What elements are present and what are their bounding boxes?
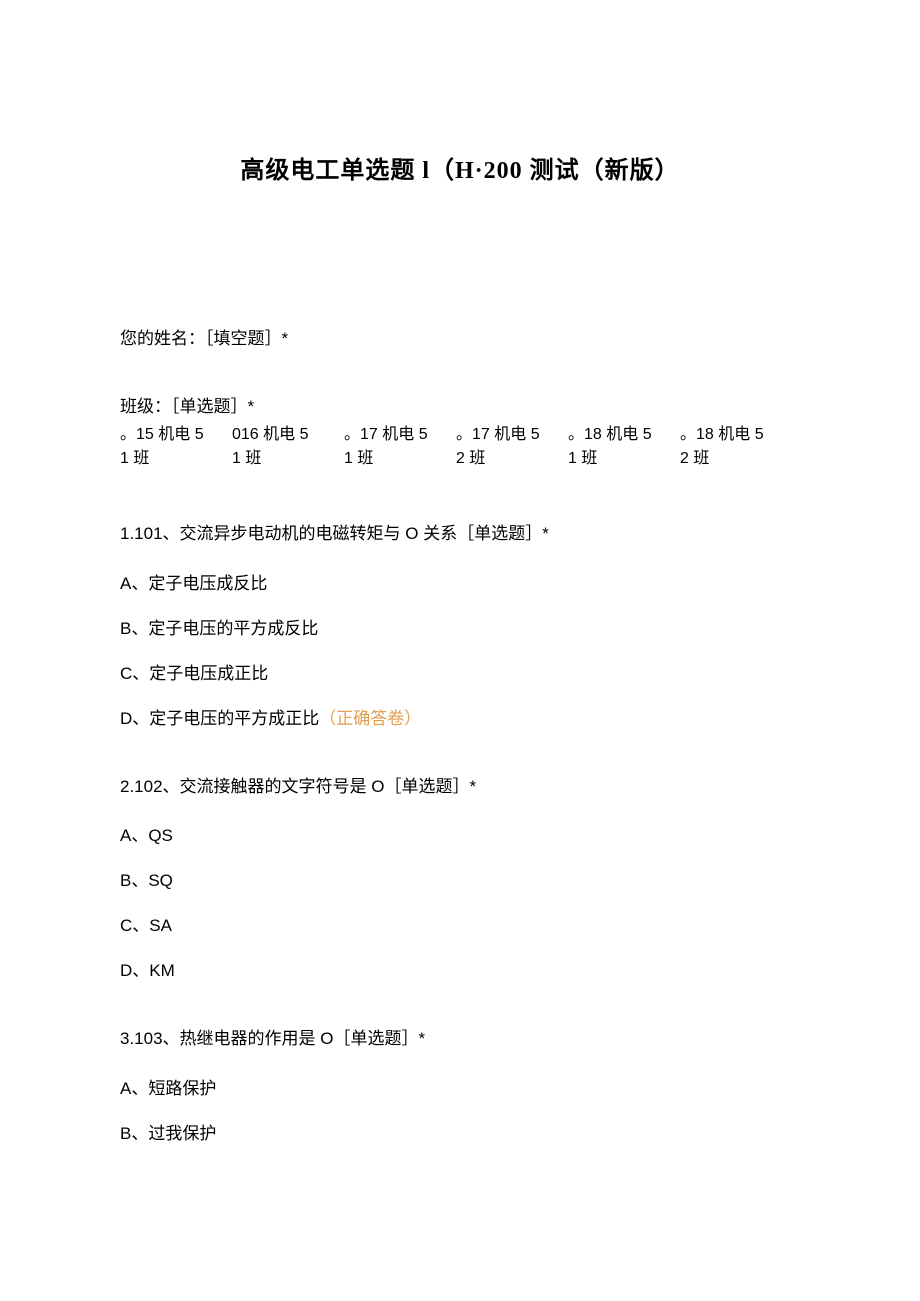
answer-option[interactable]: D、KM: [120, 956, 800, 981]
answer-option[interactable]: A、QS: [120, 821, 800, 846]
question-block: 2.102、交流接触器的文字符号是 O［单选题］* A、QS B、SQ C、SA…: [120, 774, 800, 982]
question-text: 3.103、热继电器的作用是 O［单选题］*: [120, 1026, 800, 1052]
class-option[interactable]: 。15 机电 5 1 班: [120, 423, 232, 471]
answer-option[interactable]: A、定子电压成反比: [120, 569, 800, 594]
question-text: 1.101、交流异步电动机的电磁转矩与 O 关系［单选题］*: [120, 521, 800, 547]
class-option[interactable]: 。17 机电 5 1 班: [344, 423, 456, 471]
answer-option[interactable]: D、定子电压的平方成正比（正确答卷）: [120, 704, 800, 729]
option-label: D、定子电压的平方成正比: [120, 709, 319, 728]
class-option-line2: 1 班: [344, 447, 456, 471]
answer-option[interactable]: B、定子电压的平方成反比: [120, 614, 800, 639]
class-option-line1: 。18 机电 5: [568, 423, 680, 447]
correct-answer-marker: （正确答卷）: [319, 709, 421, 728]
class-option[interactable]: 。18 机电 5 2 班: [680, 423, 792, 471]
class-option-line1: 。18 机电 5: [680, 423, 792, 447]
class-option-line2: 1 班: [568, 447, 680, 471]
class-option[interactable]: 。18 机电 5 1 班: [568, 423, 680, 471]
class-option-line2: 2 班: [680, 447, 792, 471]
class-option-line1: 。17 机电 5: [456, 423, 568, 447]
name-field[interactable]: 您的姓名：［填空题］*: [120, 325, 800, 352]
answer-option[interactable]: A、短路保护: [120, 1074, 800, 1099]
answer-option[interactable]: C、定子电压成正比: [120, 659, 800, 684]
question-block: 1.101、交流异步电动机的电磁转矩与 O 关系［单选题］* A、定子电压成反比…: [120, 521, 800, 729]
class-option[interactable]: 。17 机电 5 2 班: [456, 423, 568, 471]
class-option-line1: 016 机电 5: [232, 423, 344, 447]
question-block: 3.103、热继电器的作用是 O［单选题］* A、短路保护 B、过我保护: [120, 1026, 800, 1144]
class-field-label: 班级：［单选题］*: [120, 392, 800, 417]
class-option-line1: 。15 机电 5: [120, 423, 232, 447]
answer-option[interactable]: B、过我保护: [120, 1119, 800, 1144]
question-text: 2.102、交流接触器的文字符号是 O［单选题］*: [120, 774, 800, 800]
answer-option[interactable]: C、SA: [120, 911, 800, 936]
page-title: 高级电工单选题 l（H·200 测试（新版）: [120, 150, 800, 185]
class-option-line1: 。17 机电 5: [344, 423, 456, 447]
class-option-line2: 1 班: [232, 447, 344, 471]
answer-option[interactable]: B、SQ: [120, 866, 800, 891]
class-option-line2: 2 班: [456, 447, 568, 471]
class-options: 。15 机电 5 1 班 016 机电 5 1 班 。17 机电 5 1 班 。…: [120, 423, 800, 471]
class-option[interactable]: 016 机电 5 1 班: [232, 423, 344, 471]
class-option-line2: 1 班: [120, 447, 232, 471]
